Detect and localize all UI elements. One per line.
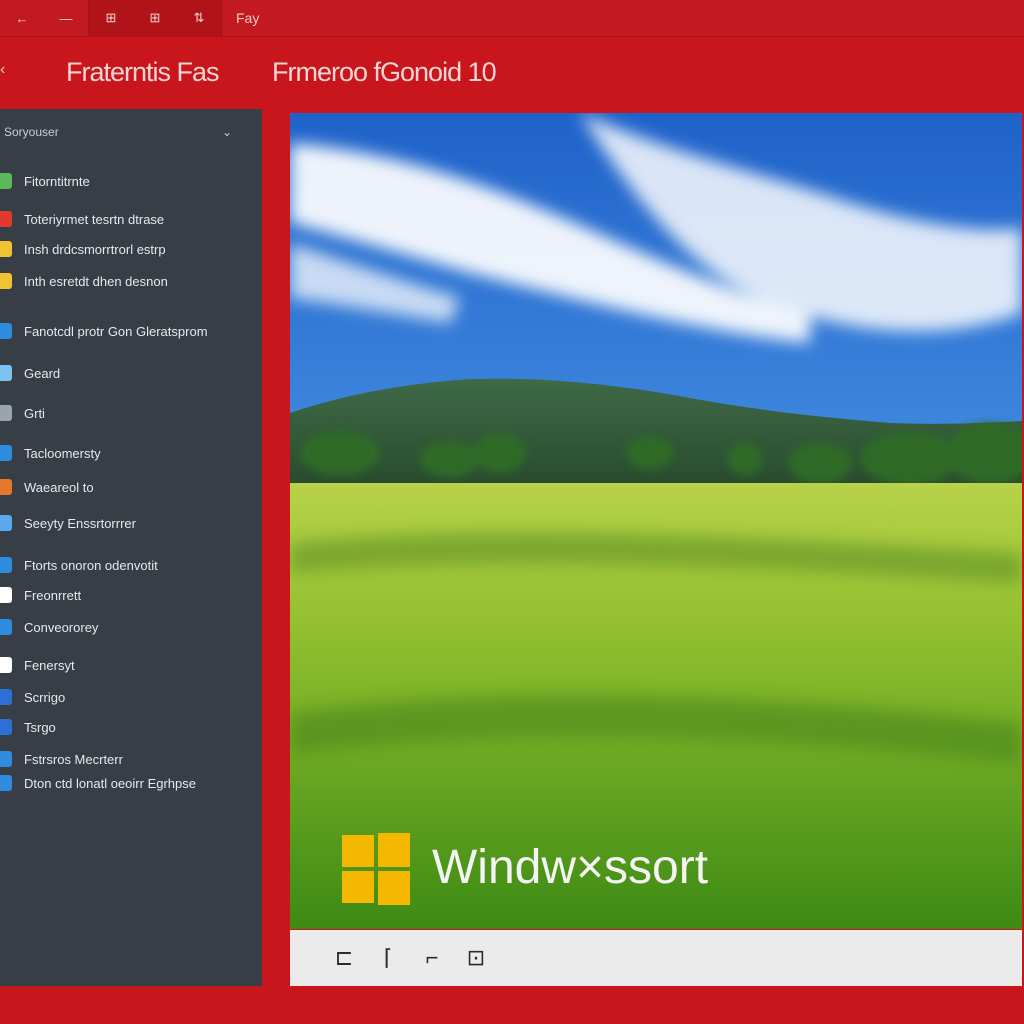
sort-icon: ⇅: [193, 10, 205, 25]
sidebar-item-label: Grti: [24, 405, 45, 421]
sidebar-item-label: Tsrgo: [24, 719, 56, 735]
app-icon: [0, 241, 12, 257]
sidebar-item[interactable]: Dton ctd lonatl oeoirr Egrhpse: [0, 773, 196, 793]
sidebar-item-label: Dton ctd lonatl oeoirr Egrhpse: [24, 775, 196, 791]
sidebar-item[interactable]: Freonrrett: [0, 585, 81, 605]
sidebar-item-label: Geard: [24, 365, 61, 381]
sidebar-item-label: Scrrigo: [24, 689, 66, 705]
sidebar-item-label: Insh drdcsmorrtrorl estrp: [24, 241, 166, 257]
app-icon: [0, 775, 12, 791]
sidebar-item[interactable]: Geard: [0, 363, 60, 383]
sidebar-item-label: Fitorntitrnte: [24, 173, 90, 189]
page-title: Fraterntis Fas: [66, 57, 220, 87]
layout-button[interactable]: ⊏: [322, 940, 366, 976]
sidebar-item[interactable]: Fstrsros Mecrterr: [0, 749, 123, 769]
app-icon: [0, 719, 12, 735]
app-icon: [0, 323, 12, 339]
sidebar-item-label: Ftorts onoron odenvotit: [24, 557, 158, 573]
sidebar-item[interactable]: Ftorts onoron odenvotit: [0, 555, 158, 575]
layout-icon: ⊏: [334, 945, 354, 970]
share-button[interactable]: ⊡: [454, 940, 498, 976]
app-icon: [0, 751, 12, 767]
sidebar-item[interactable]: Toteriyrmet tesrtn dtrase: [0, 209, 164, 229]
app-icon: [0, 587, 12, 603]
sidebar-item-label: Fanotcdl protr Gon Gleratsprom: [24, 323, 208, 339]
sidebar-item[interactable]: Fenersyt: [0, 655, 75, 675]
landscape-image: Windw×ssort: [290, 113, 1022, 929]
tile-view-button[interactable]: ⊞: [133, 0, 177, 36]
sidebar-item[interactable]: Inth esretdt dhen desnon: [0, 271, 168, 291]
sidebar-item[interactable]: Fanotcdl protr Gon Gleratsprom: [0, 321, 208, 341]
sidebar-item[interactable]: Tacloomersty: [0, 443, 101, 463]
sidebar-item-label: Seeyty Enssrtorrrer: [24, 515, 136, 531]
app-icon: [0, 211, 12, 227]
title-bar: ← — ⊞ ⊞ ⇅ Fay: [0, 0, 1024, 37]
bottom-toolbar: ⊏ ⌈ ⌐ ⊡: [290, 930, 1022, 986]
crop-icon: ⌈: [383, 945, 393, 970]
app-icon: [0, 173, 12, 189]
share-icon: ⊡: [466, 945, 486, 970]
sidebar-item[interactable]: Fitorntitrnte: [0, 171, 90, 191]
sidebar-item-label: Fstrsros Mecrterr: [24, 751, 123, 767]
app-icon: [0, 557, 12, 573]
sort-button[interactable]: ⇅: [177, 0, 221, 36]
sidebar-heading[interactable]: Soryouser ⌄: [0, 125, 240, 139]
nav-back-icon[interactable]: ‹: [0, 61, 5, 79]
back-icon: ←: [15, 10, 29, 26]
app-icon: [0, 365, 12, 381]
sidebar-item[interactable]: Tsrgo: [0, 717, 56, 737]
sidebar-item[interactable]: Scrrigo: [0, 687, 65, 707]
app-icon: [0, 479, 12, 495]
sidebar-item-label: Fenersyt: [24, 657, 75, 673]
grid-icon: ⊞: [105, 10, 117, 25]
sidebar-item-label: Conveororey: [24, 619, 99, 635]
sidebar-item[interactable]: Grti: [0, 403, 45, 423]
app-header: ‹ Fraterntis Fas Frmeroo fGonoid 10: [0, 37, 1024, 109]
sidebar-item-label: Waeareol to: [24, 479, 94, 495]
sidebar-heading-label: Soryouser: [4, 125, 59, 139]
sidebar-item-label: Inth esretdt dhen desnon: [24, 273, 168, 289]
window-frame-bottom: [0, 988, 1024, 1024]
sidebar-item[interactable]: Insh drdcsmorrtrorl estrp: [0, 239, 166, 259]
sidebar-item-label: Freonrrett: [24, 587, 82, 603]
back-button[interactable]: ←: [0, 0, 44, 36]
minimize-button[interactable]: —: [44, 0, 88, 36]
sidebar-item[interactable]: Seeyty Enssrtorrrer: [0, 513, 136, 533]
app-icon: [0, 657, 12, 673]
page-subtitle: Frmeroo fGonoid 10: [272, 57, 497, 87]
app-icon: [0, 515, 12, 531]
app-icon: [0, 273, 12, 289]
app-icon: [0, 689, 12, 705]
brand-text: Windw×ssort: [432, 841, 708, 894]
sidebar: Soryouser ⌄ Fitorntitrnte Toteriyrmet tes…: [0, 109, 262, 986]
sidebar-item-label: Tacloomersty: [24, 445, 101, 461]
minimize-icon: ⌐: [425, 945, 439, 970]
grid-view-button[interactable]: ⊞: [89, 0, 133, 36]
sidebar-item-label: Toteriyrmet tesrtn dtrase: [24, 211, 165, 227]
wallpaper-preview: Windw×ssort: [290, 113, 1022, 929]
sidebar-item[interactable]: Conveororey: [0, 617, 98, 637]
app-icon: [0, 445, 12, 461]
title-bar-text: Fay: [236, 10, 260, 26]
crop-button[interactable]: ⌈: [366, 940, 410, 976]
chevron-down-icon: ⌄: [221, 125, 232, 139]
minus-icon: —: [59, 10, 73, 26]
app-icon: [0, 619, 12, 635]
sidebar-item[interactable]: Waeareol to: [0, 477, 94, 497]
tile-icon: ⊞: [149, 10, 161, 25]
minimize-preview-button[interactable]: ⌐: [410, 940, 454, 976]
app-icon: [0, 405, 12, 421]
